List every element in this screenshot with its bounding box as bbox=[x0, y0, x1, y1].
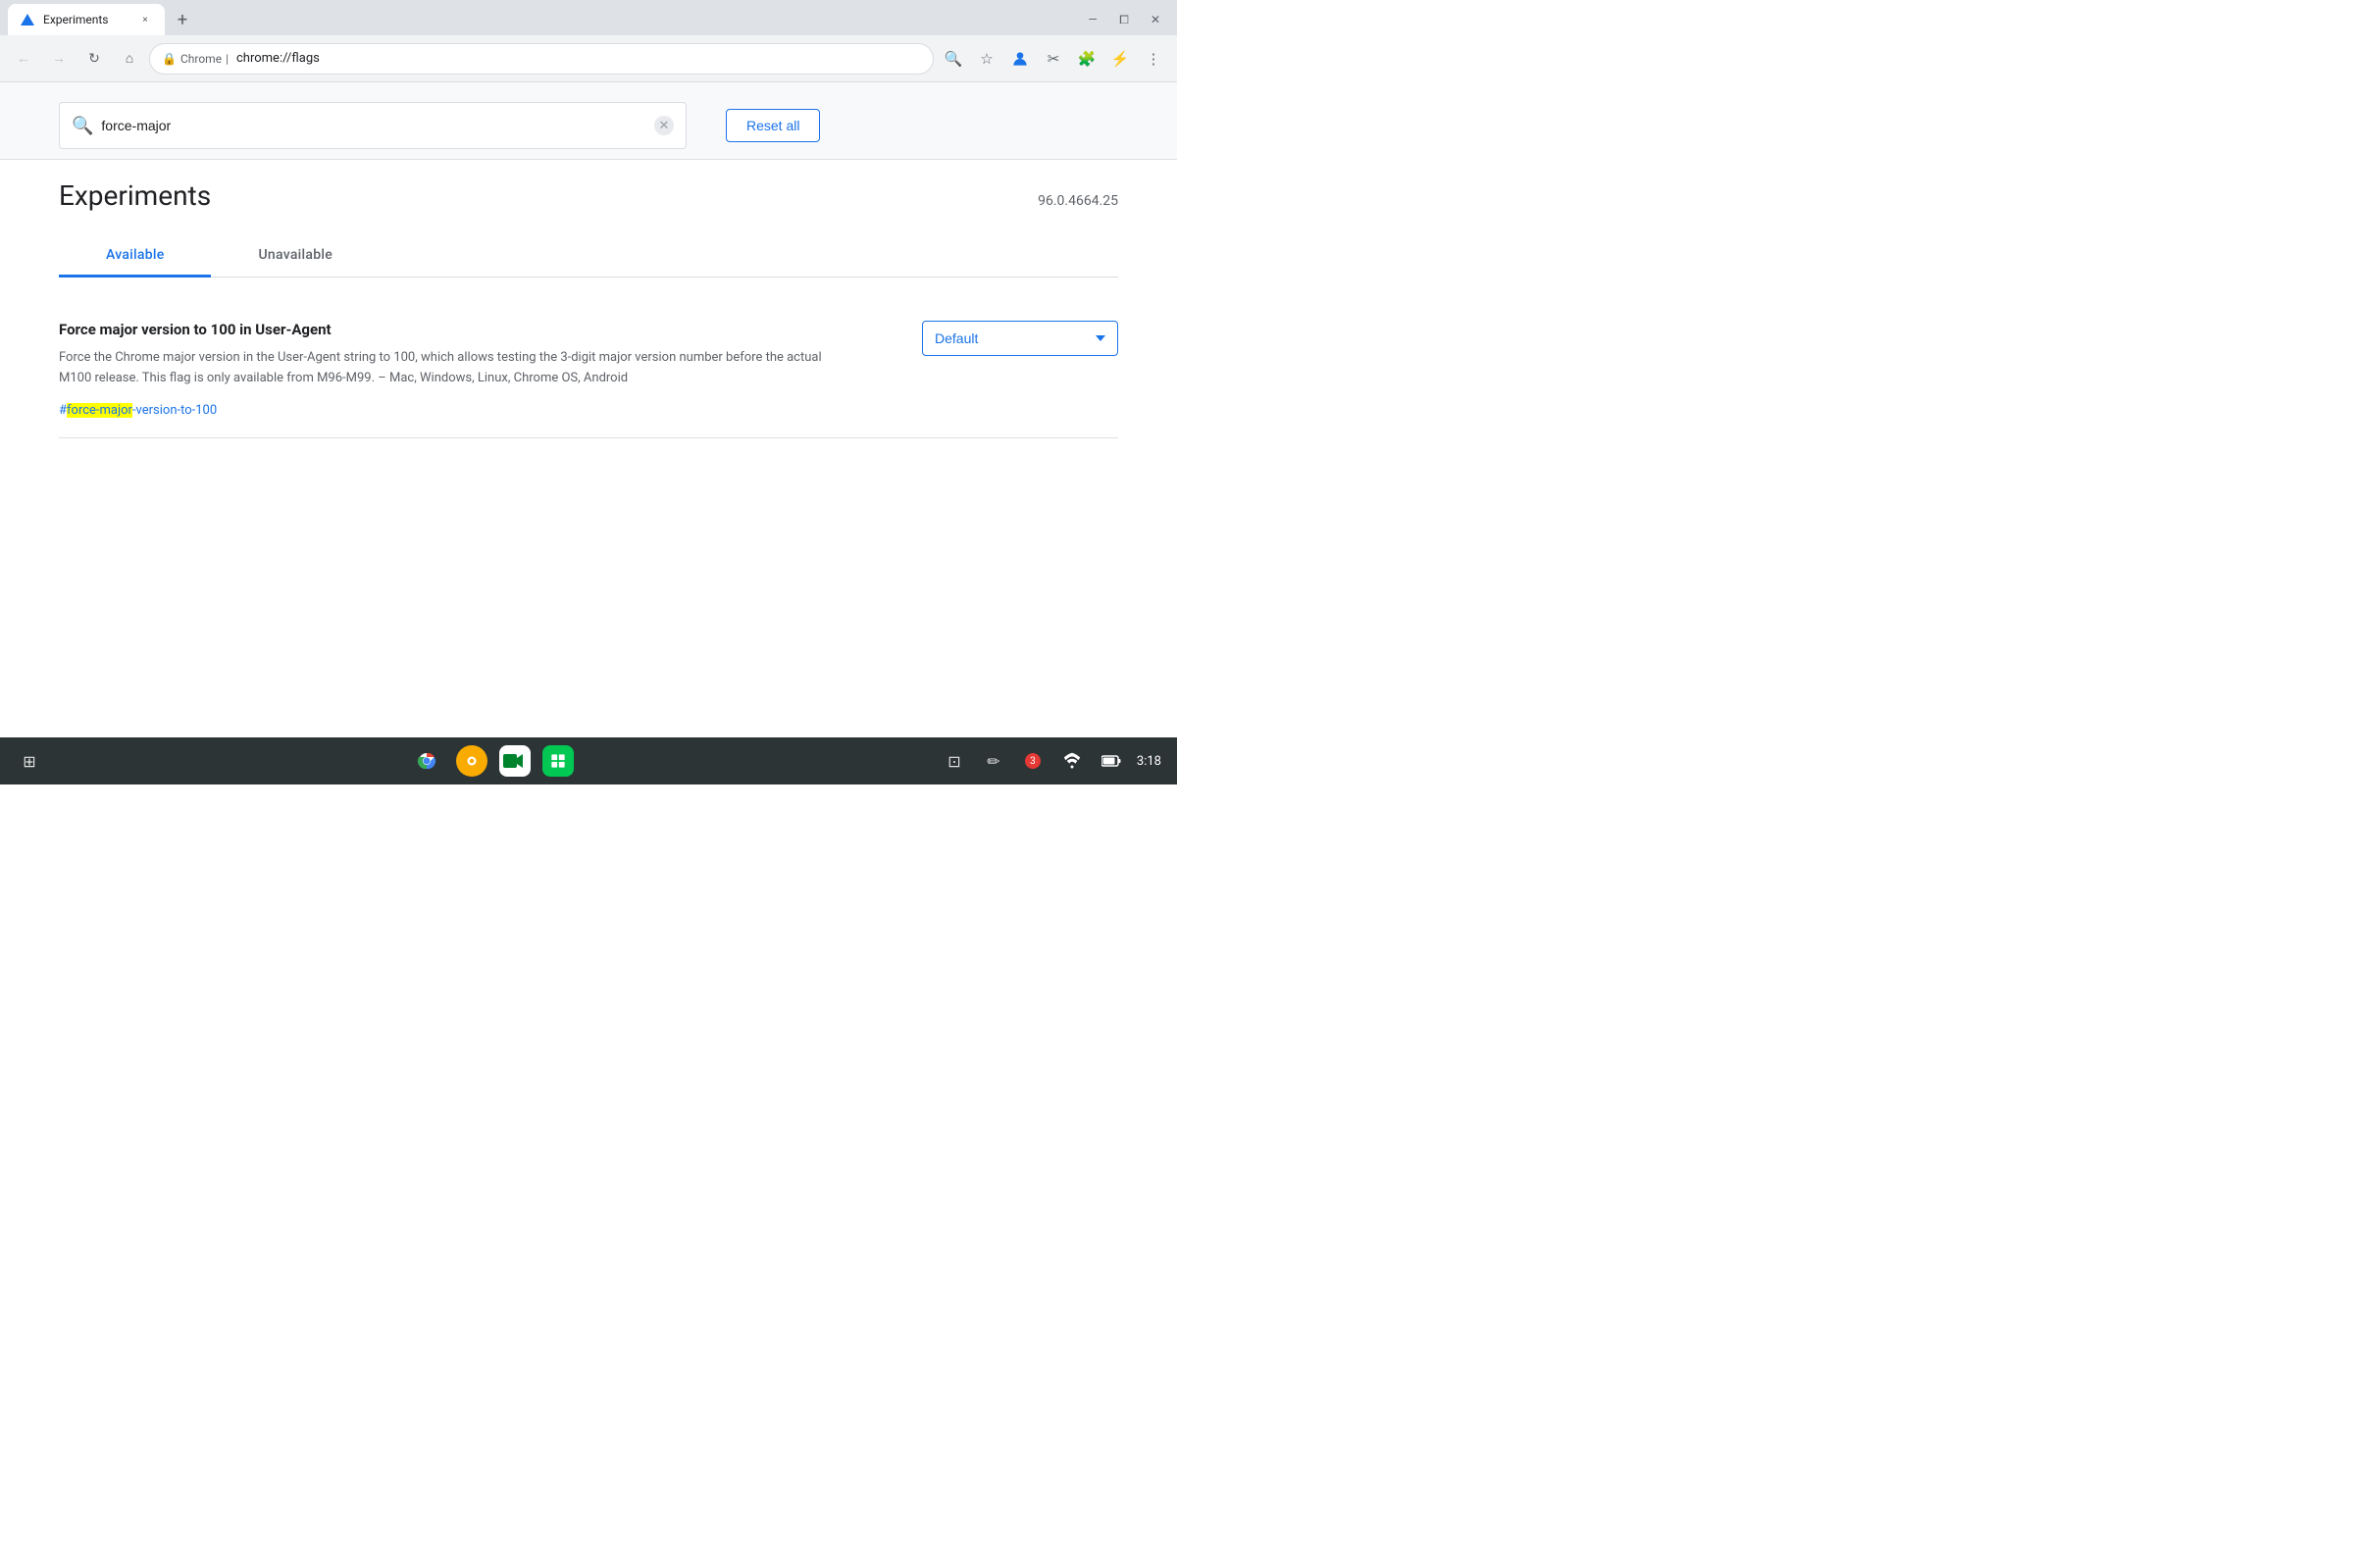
tab-unavailable[interactable]: Unavailable bbox=[211, 235, 380, 278]
flag-control: Default Enabled Disabled bbox=[883, 321, 1118, 356]
secure-indicator: 🔒 Chrome | bbox=[162, 52, 229, 66]
wifi-svg bbox=[1063, 752, 1081, 770]
tabs-row: Available Unavailable bbox=[59, 235, 1118, 278]
profile-icon[interactable] bbox=[1004, 43, 1036, 75]
puzzle-icon[interactable]: 🧩 bbox=[1071, 43, 1102, 75]
bookmark-icon[interactable]: ☆ bbox=[971, 43, 1002, 75]
toolbar: ← → ↻ ⌂ 🔒 Chrome | chrome://flags 🔍 ☆ ✂ … bbox=[0, 35, 1177, 82]
taskbar-right: ⊡ ✏ 3 3:18 bbox=[941, 747, 1161, 775]
search-clear-button[interactable]: ✕ bbox=[654, 116, 674, 135]
tab-strip: Experiments × + bbox=[0, 4, 1071, 35]
secure-label: Chrome bbox=[180, 52, 222, 66]
search-input[interactable] bbox=[101, 118, 646, 133]
home-button[interactable]: ⌂ bbox=[114, 43, 145, 75]
taskbar-chrome[interactable] bbox=[409, 743, 444, 779]
page-title: Experiments bbox=[59, 179, 211, 212]
content-area: 🔍 ✕ Reset all Experiments 96.0.4664.25 A… bbox=[0, 82, 1177, 737]
search-icon: 🔍 bbox=[72, 116, 93, 136]
taskbar-screenshot-icon[interactable]: ⊡ bbox=[941, 747, 968, 775]
extension-icon[interactable]: ⚡ bbox=[1104, 43, 1136, 75]
scissors-icon[interactable]: ✂ bbox=[1038, 43, 1069, 75]
taskbar-time: 3:18 bbox=[1137, 754, 1161, 769]
notification-badge: 3 bbox=[1025, 753, 1041, 769]
search-toolbar-icon[interactable]: 🔍 bbox=[938, 43, 969, 75]
flag-description: Force the Chrome major version in the Us… bbox=[59, 348, 844, 389]
maximize-button[interactable]: ⧠ bbox=[1110, 6, 1138, 33]
wifi-icon[interactable] bbox=[1058, 747, 1086, 775]
taskbar-app2-icon bbox=[463, 752, 481, 770]
flag-content: Force major version to 100 in User-Agent… bbox=[59, 321, 844, 418]
experiments-title-row: Experiments 96.0.4664.25 bbox=[59, 179, 1118, 212]
flags-header: 🔍 ✕ Reset all bbox=[0, 82, 1177, 160]
url-display: chrome://flags bbox=[236, 51, 921, 66]
meet-icon-svg bbox=[503, 752, 527, 770]
flag-link-suffix: -version-to-100 bbox=[132, 403, 217, 418]
flags-list: Force major version to 100 in User-Agent… bbox=[59, 301, 1118, 438]
battery-icon[interactable] bbox=[1098, 747, 1125, 775]
lock-icon: 🔒 bbox=[162, 52, 177, 66]
flag-dropdown[interactable]: Default Enabled Disabled bbox=[922, 321, 1118, 356]
close-button[interactable]: ✕ bbox=[1142, 6, 1169, 33]
flag-link-prefix: # bbox=[59, 403, 67, 418]
forward-button[interactable]: → bbox=[43, 43, 75, 75]
version-text: 96.0.4664.25 bbox=[1038, 193, 1118, 209]
flag-link-highlight: force-major bbox=[67, 403, 132, 418]
taskbar-app4-icon bbox=[548, 751, 568, 771]
title-bar: Experiments × + — ⧠ ✕ bbox=[0, 0, 1177, 35]
experiments-body: Experiments 96.0.4664.25 Available Unava… bbox=[0, 160, 1177, 458]
search-box[interactable]: 🔍 ✕ bbox=[59, 102, 687, 149]
minimize-button[interactable]: — bbox=[1079, 6, 1106, 33]
tab-close-button[interactable]: × bbox=[137, 12, 153, 27]
menu-icon[interactable]: ⋮ bbox=[1138, 43, 1169, 75]
reset-all-button[interactable]: Reset all bbox=[726, 109, 820, 142]
reload-button[interactable]: ↻ bbox=[78, 43, 110, 75]
flag-anchor[interactable]: #force-major-version-to-100 bbox=[59, 403, 217, 418]
back-button[interactable]: ← bbox=[8, 43, 39, 75]
taskbar-center bbox=[409, 743, 574, 779]
profile-svg bbox=[1010, 49, 1030, 69]
new-tab-button[interactable]: + bbox=[169, 6, 196, 33]
tab-available[interactable]: Available bbox=[59, 235, 211, 278]
taskbar-notification-icon[interactable]: 3 bbox=[1019, 747, 1047, 775]
taskbar-left: ⊞ bbox=[16, 747, 43, 775]
taskbar-launcher-icon[interactable]: ⊞ bbox=[16, 747, 43, 775]
flag-item: Force major version to 100 in User-Agent… bbox=[59, 301, 1118, 438]
tab-favicon bbox=[20, 12, 35, 27]
window-controls: — ⧠ ✕ bbox=[1071, 4, 1177, 35]
address-bar[interactable]: 🔒 Chrome | chrome://flags bbox=[149, 43, 934, 75]
flag-title: Force major version to 100 in User-Agent bbox=[59, 321, 844, 338]
chrome-logo bbox=[413, 747, 440, 775]
taskbar: ⊞ bbox=[0, 737, 1177, 784]
toolbar-actions: 🔍 ☆ ✂ 🧩 ⚡ ⋮ bbox=[938, 43, 1169, 75]
battery-svg bbox=[1101, 754, 1121, 768]
tab-title: Experiments bbox=[43, 13, 129, 26]
active-tab[interactable]: Experiments × bbox=[8, 4, 165, 35]
taskbar-app4[interactable] bbox=[542, 745, 574, 777]
taskbar-app2[interactable] bbox=[456, 745, 487, 777]
taskbar-pen-icon[interactable]: ✏ bbox=[980, 747, 1007, 775]
taskbar-meet[interactable] bbox=[499, 745, 531, 777]
